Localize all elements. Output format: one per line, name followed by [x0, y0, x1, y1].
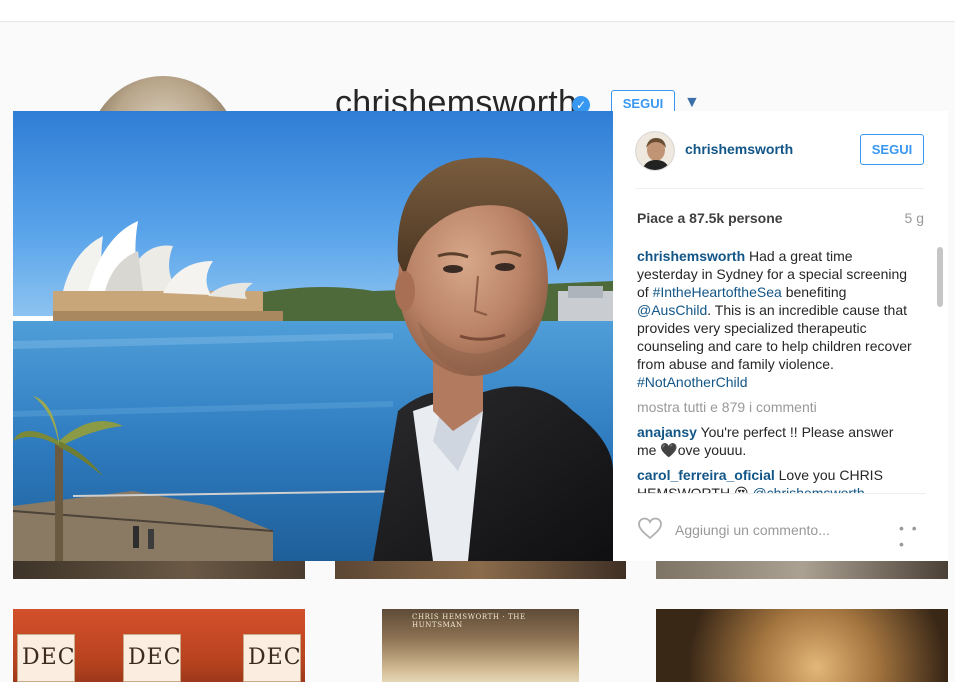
comment-username[interactable]: anajansy — [637, 424, 697, 440]
caption-username[interactable]: chrishemsworth — [637, 248, 745, 264]
likes-count[interactable]: Piace a 87.5k persone — [637, 210, 783, 226]
comment-item: carol_ferreira_oficial Love you CHRIS HE… — [637, 466, 915, 493]
scrollbar-thumb[interactable] — [937, 247, 943, 307]
mention-link[interactable]: @chrishemsworth — [752, 485, 864, 493]
post-author-avatar[interactable] — [635, 131, 675, 171]
post-modal: chrishemsworth SEGUI Piace a 87.5k perso… — [13, 111, 948, 561]
view-all-comments-link[interactable]: mostra tutti e 879 i commenti — [637, 398, 933, 416]
follow-button[interactable]: SEGUI — [860, 134, 924, 165]
comment-bar: • • • — [635, 493, 926, 561]
hashtag-link[interactable]: #NotAnotherChild — [637, 374, 748, 390]
mention-link[interactable]: @AusChild — [637, 302, 707, 318]
comments-list: chrishemsworth Had a great time yesterda… — [637, 247, 933, 493]
comment-item: anajansy You're perfect !! Please answer… — [637, 423, 915, 459]
post-header: chrishemsworth SEGUI — [635, 131, 924, 189]
hashtag-link[interactable]: #IntheHeartoftheSea — [653, 284, 782, 300]
post-photo[interactable] — [13, 111, 613, 561]
comments-scrollbar[interactable] — [937, 242, 943, 493]
post-caption: chrishemsworth Had a great time yesterda… — [637, 247, 917, 391]
post-author-username[interactable]: chrishemsworth — [685, 141, 793, 157]
more-options-icon[interactable]: • • • — [899, 520, 926, 552]
post-age[interactable]: 5 g — [905, 210, 924, 226]
post-sidebar: chrishemsworth SEGUI Piace a 87.5k perso… — [613, 111, 948, 561]
caption-text: benefiting — [785, 284, 847, 300]
add-comment-input[interactable] — [675, 520, 885, 540]
comment-username[interactable]: carol_ferreira_oficial — [637, 467, 775, 483]
heart-outline-icon[interactable] — [637, 516, 663, 540]
